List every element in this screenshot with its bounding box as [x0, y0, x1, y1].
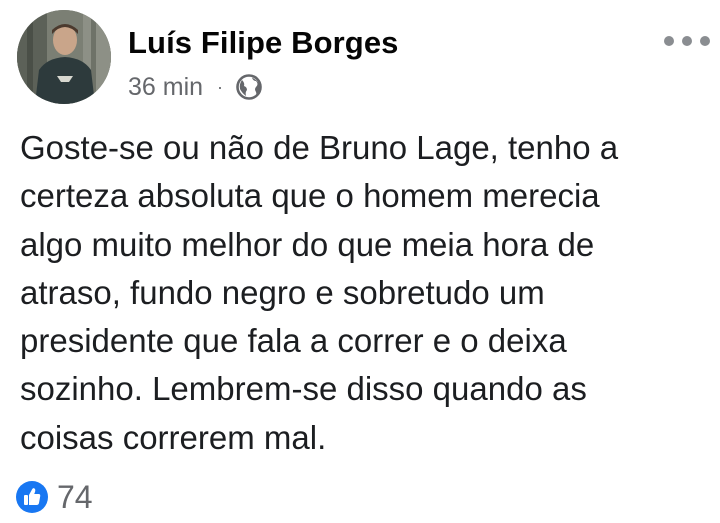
more-options-dot [700, 36, 710, 46]
post-meta: 36 min · [128, 70, 263, 104]
like-icon [16, 481, 48, 513]
globe-icon [235, 73, 263, 101]
post-body-line: presidente que fala a correr e o deixa [20, 322, 567, 360]
post-body-line: algo muito melhor do que meia hora de [20, 225, 595, 263]
meta-separator: · [217, 77, 224, 97]
author-name[interactable]: Luís Filipe Borges [128, 25, 399, 61]
reaction-count: 74 [57, 478, 93, 515]
author-avatar[interactable] [17, 10, 111, 104]
more-options-icon [664, 36, 674, 46]
more-options-button[interactable] [664, 26, 710, 56]
avatar-photo [17, 10, 111, 104]
post-body-line: atraso, fundo negro e sobretudo um [20, 273, 545, 311]
post-body-line: Goste-se ou não de Bruno Lage, tenho a [20, 129, 619, 166]
post-body-line: coisas correrem mal. [20, 418, 327, 456]
reactions-summary[interactable]: 74 [16, 478, 93, 516]
facebook-post: Luís Filipe Borges 36 min · Goste-se ou … [0, 0, 720, 523]
post-body-line: sozinho. Lembrem-se disso quando as [20, 370, 587, 408]
post-body: Goste-se ou não de Bruno Lage, tenho a c… [20, 124, 700, 462]
more-options-dot [682, 36, 692, 46]
post-body-line: certeza absoluta que o homem merecia [20, 177, 600, 215]
post-timestamp[interactable]: 36 min [128, 73, 203, 102]
